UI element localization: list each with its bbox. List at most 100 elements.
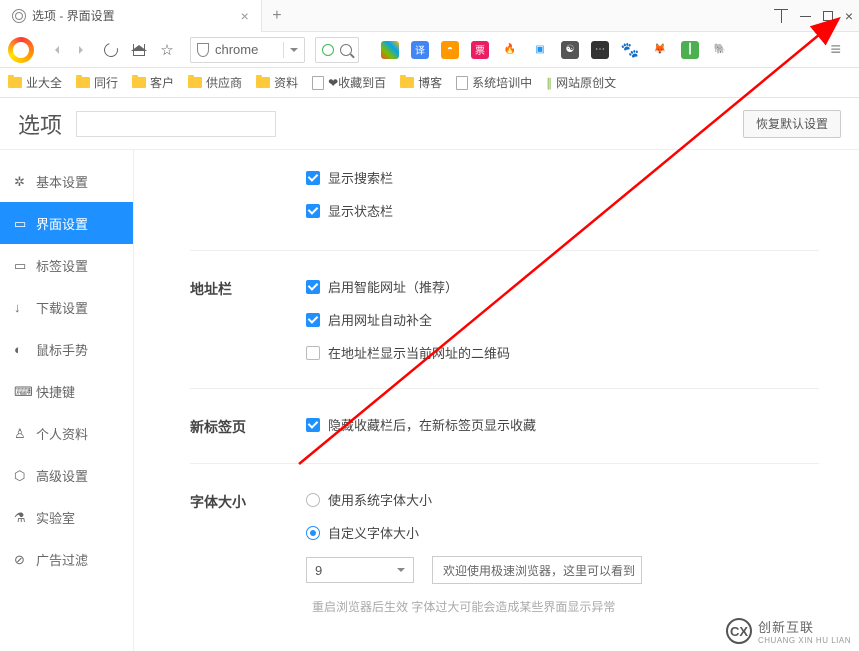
checkbox-icon xyxy=(306,171,320,185)
maximize-icon[interactable] xyxy=(823,11,833,21)
forward-button[interactable] xyxy=(72,39,94,61)
window-icon: ▭ xyxy=(14,216,28,230)
options-sidebar: ✲基本设置 ▭界面设置 ▭标签设置 ↓下载设置 ◐鼠标手势 ⌨快捷键 ♙个人资料… xyxy=(0,150,134,651)
checkbox-icon xyxy=(306,346,320,360)
folder-icon xyxy=(256,77,270,88)
folder-icon xyxy=(76,77,90,88)
ext-grid-icon[interactable] xyxy=(381,41,399,59)
ext-evernote-icon[interactable]: 🐘 xyxy=(711,41,729,59)
skin-icon[interactable] xyxy=(774,9,788,23)
sidebar-item-download[interactable]: ↓下载设置 xyxy=(0,286,133,328)
sidebar-item-basic[interactable]: ✲基本设置 xyxy=(0,160,133,202)
bookmark-item[interactable]: 博客 xyxy=(400,74,442,91)
ext-shield-icon[interactable]: ◓ xyxy=(441,41,459,59)
mouse-icon: ◐ xyxy=(14,342,28,356)
sidebar-item-advanced[interactable]: ⬡高级设置 xyxy=(0,454,133,496)
ext-paw-icon[interactable]: 🐾 xyxy=(621,41,639,59)
opt-smart-url[interactable]: 启用智能网址（推荐） xyxy=(306,277,819,296)
sidebar-item-adblock[interactable]: ⊘广告过滤 xyxy=(0,538,133,580)
options-content: 显示搜索栏 显示状态栏 地址栏 启用智能网址（推荐） 启用网址自动补全 在地址栏… xyxy=(134,150,859,651)
radio-icon xyxy=(306,493,320,507)
opt-autocomplete[interactable]: 启用网址自动补全 xyxy=(306,310,819,329)
download-icon: ↓ xyxy=(14,300,28,314)
ext-ticket-icon[interactable]: 票 xyxy=(471,41,489,59)
bookmark-item[interactable]: 资料 xyxy=(256,74,298,91)
gear-icon xyxy=(12,9,26,23)
page-icon xyxy=(456,76,468,90)
opt-custom-font[interactable]: 自定义字体大小 xyxy=(306,523,819,542)
bookmark-item[interactable]: ∥网站原创文 xyxy=(546,74,616,91)
ext-dots-icon[interactable]: ⋯ xyxy=(591,41,609,59)
site-icon: ∥ xyxy=(546,76,552,90)
search-engine-icon xyxy=(322,44,334,56)
sidebar-item-tabs[interactable]: ▭标签设置 xyxy=(0,244,133,286)
font-hint: 重启浏览器后生效 字体过大可能会造成某些界面显示异常 xyxy=(312,598,819,615)
ext-translate-icon[interactable]: 译 xyxy=(411,41,429,59)
section-newtab: 新标签页 隐藏收藏栏后，在新标签页显示收藏 xyxy=(190,389,819,464)
flask-icon: ⚗ xyxy=(14,510,28,524)
opt-qrcode[interactable]: 在地址栏显示当前网址的二维码 xyxy=(306,343,819,362)
menu-button[interactable]: ≡ xyxy=(820,39,851,60)
checkbox-icon xyxy=(306,313,320,327)
chevron-down-icon[interactable] xyxy=(290,48,298,56)
checkbox-icon xyxy=(306,204,320,218)
sidebar-item-interface[interactable]: ▭界面设置 xyxy=(0,202,133,244)
opt-show-searchbar[interactable]: 显示搜索栏 xyxy=(306,168,819,187)
options-search-input[interactable] xyxy=(76,111,276,137)
bookmarks-bar: 业大全 同行 客户 供应商 资料 ❤收藏到百 博客 系统培训中 ∥网站原创文 xyxy=(0,68,859,98)
ext-yinyang-icon[interactable]: ☯ xyxy=(561,41,579,59)
bookmark-item[interactable]: ❤收藏到百 xyxy=(312,74,386,91)
title-bar: 选项 - 界面设置 × + × xyxy=(0,0,859,32)
bookmark-item[interactable]: 同行 xyxy=(76,74,118,91)
page-icon xyxy=(312,76,324,90)
tab-icon: ▭ xyxy=(14,258,28,272)
checkbox-icon xyxy=(306,418,320,432)
tab-title: 选项 - 界面设置 xyxy=(32,7,115,24)
section-addressbar: 地址栏 启用智能网址（推荐） 启用网址自动补全 在地址栏显示当前网址的二维码 xyxy=(190,251,819,389)
options-header: 选项 恢复默认设置 xyxy=(0,98,859,150)
keyboard-icon: ⌨ xyxy=(14,384,28,398)
favorite-button[interactable]: ☆ xyxy=(156,39,178,61)
extension-icons: 译 ◓ 票 🔥 ▣ ☯ ⋯ 🐾 🦊 ┃ 🐘 xyxy=(381,41,729,59)
opt-system-font[interactable]: 使用系统字体大小 xyxy=(306,490,819,509)
bookmark-item[interactable]: 客户 xyxy=(132,74,174,91)
sidebar-item-lab[interactable]: ⚗实验室 xyxy=(0,496,133,538)
bookmark-item[interactable]: 供应商 xyxy=(188,74,242,91)
close-icon[interactable]: × xyxy=(845,8,853,24)
browser-logo-icon xyxy=(8,37,34,63)
minimize-icon[interactable] xyxy=(800,16,811,17)
block-icon: ⊘ xyxy=(14,552,28,566)
sidebar-item-mouse[interactable]: ◐鼠标手势 xyxy=(0,328,133,370)
new-tab-button[interactable]: + xyxy=(262,7,292,25)
watermark: CX 创新互联 CHUANG XIN HU LIAN xyxy=(726,617,851,645)
ext-capture-icon[interactable]: ▣ xyxy=(531,41,549,59)
ext-fox-icon[interactable]: 🦊 xyxy=(651,41,669,59)
user-icon: ♙ xyxy=(14,426,28,440)
opt-newtab-bookmarks[interactable]: 隐藏收藏栏后，在新标签页显示收藏 xyxy=(306,415,819,434)
browser-tab[interactable]: 选项 - 界面设置 × xyxy=(0,0,262,32)
tab-close-icon[interactable]: × xyxy=(241,8,249,24)
sidebar-item-shortcuts[interactable]: ⌨快捷键 xyxy=(0,370,133,412)
opt-show-statusbar[interactable]: 显示状态栏 xyxy=(306,201,819,220)
font-size-select[interactable]: 9 xyxy=(306,557,414,583)
folder-icon xyxy=(8,77,22,88)
radio-icon xyxy=(306,526,320,540)
bookmark-item[interactable]: 系统培训中 xyxy=(456,74,532,91)
home-button[interactable] xyxy=(128,39,150,61)
folder-icon xyxy=(400,77,414,88)
chevron-down-icon xyxy=(397,568,405,576)
bookmark-item[interactable]: 业大全 xyxy=(8,74,62,91)
ext-fire-icon[interactable]: 🔥 xyxy=(501,41,519,59)
section-display: 显示搜索栏 显示状态栏 xyxy=(190,150,819,251)
search-icon[interactable] xyxy=(340,44,352,56)
checkbox-icon xyxy=(306,280,320,294)
reset-defaults-button[interactable]: 恢复默认设置 xyxy=(743,110,841,138)
sidebar-item-profile[interactable]: ♙个人资料 xyxy=(0,412,133,454)
ext-green-icon[interactable]: ┃ xyxy=(681,41,699,59)
folder-icon xyxy=(132,77,146,88)
page-title: 选项 xyxy=(18,108,62,140)
address-bar[interactable]: chrome xyxy=(190,37,305,63)
back-button[interactable] xyxy=(44,39,66,61)
reload-button[interactable] xyxy=(100,39,122,61)
search-box[interactable] xyxy=(315,37,359,63)
